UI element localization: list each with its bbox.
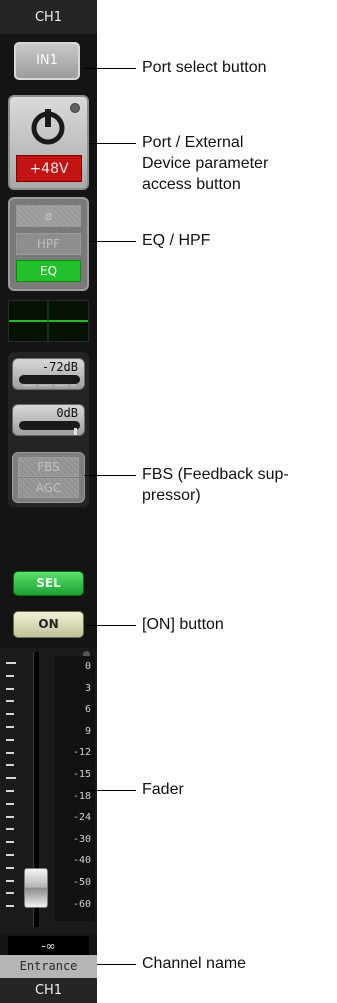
fader-scale-label: -30 (72, 833, 91, 845)
channel-strip: CH1 IN1 +48V ø HPF EQ -72dB 0dB FBS AGC … (0, 0, 97, 1003)
fader-scale-label: -15 (72, 769, 91, 780)
port-external-device-button[interactable]: +48V (8, 95, 89, 190)
callout-line-channel-name (97, 964, 136, 965)
fader-tick-mark (6, 674, 14, 677)
gain-value-2: 0dB (56, 406, 78, 420)
fader-tick-mark (6, 700, 14, 703)
fader-scale-label: 9 (84, 725, 91, 737)
annotation-port-select: Port select button (142, 59, 267, 76)
fader-scale-label: 6 (84, 704, 91, 716)
fbs-label: FBS (18, 457, 79, 477)
fader-tick-mark (6, 866, 14, 869)
port-select-button[interactable]: IN1 (14, 42, 80, 80)
annotation-fader: Fader (142, 781, 184, 798)
fbs-agc-button[interactable]: FBS AGC (12, 452, 85, 503)
fader-tick-mark (6, 841, 14, 844)
gain-panel: -72dB 0dB FBS AGC (8, 352, 89, 507)
fader-tick-mark (6, 713, 14, 716)
fader-scale: 0 3 6 9 -12 -15 -18 -24 -30 -40 -50 -60 (55, 656, 95, 921)
callout-line-fader (86, 790, 136, 791)
fader-scale-label: -60 (72, 898, 91, 910)
annotation-eq-hpf: EQ / HPF (142, 232, 211, 249)
eq-button[interactable]: EQ (16, 260, 81, 282)
fader-tick-mark (6, 726, 14, 728)
hpf-button[interactable]: HPF (16, 233, 81, 255)
fader-tick-mark (6, 751, 14, 754)
fader-tick-mark (6, 892, 14, 895)
eq-graph-display[interactable] (8, 300, 89, 342)
power-icon (31, 109, 65, 145)
fader-tick-mark (6, 879, 14, 882)
fader-scale-label: -40 (72, 855, 91, 867)
channel-number-top: CH1 (0, 0, 97, 34)
callout-line-on-button (86, 625, 136, 626)
annotation-channel-name: Channel name (142, 955, 247, 972)
annotation-on-button: [ON] button (142, 616, 224, 633)
fader-tick-mark (6, 905, 14, 908)
callout-line-port-select (84, 68, 136, 69)
fader-tick-mark (6, 790, 14, 792)
fader-knob[interactable] (24, 868, 48, 908)
phantom-power-indicator: +48V (16, 155, 82, 182)
fader-scale-label: -18 (72, 790, 91, 802)
fader-scale-label: -24 (72, 812, 91, 824)
callout-line-port-external (89, 143, 136, 144)
fader-tick-mark (6, 687, 14, 690)
on-button[interactable]: ON (13, 611, 84, 638)
fader-tick-mark (6, 854, 14, 856)
fader-tick-mark (6, 662, 16, 664)
fader-tick-mark (6, 764, 14, 767)
eq-hpf-panel: ø HPF EQ (8, 197, 89, 291)
channel-name-field[interactable]: Entrance (0, 955, 97, 978)
fader-tick-mark (6, 802, 14, 805)
fader-section: 0 3 6 9 -12 -15 -18 -24 -30 -40 -50 -60 (0, 648, 97, 935)
fader-tick-mark (6, 828, 14, 831)
agc-label: AGC (18, 478, 79, 498)
fader-scale-label: -12 (72, 747, 91, 759)
fader-scale-label: 3 (84, 682, 91, 694)
fader-tick-mark (6, 777, 16, 780)
fader-scale-label: -50 (72, 877, 91, 888)
callout-line-fbs (84, 475, 136, 476)
callout-line-eq-hpf (89, 241, 136, 242)
gain-knob-2[interactable]: 0dB (12, 404, 85, 436)
gain-bar-dash (23, 384, 76, 387)
channel-number-bottom: CH1 (0, 978, 97, 1003)
gain-bar-2 (19, 421, 80, 435)
eq-curve-graphic (9, 301, 88, 341)
gain-value-1: -72dB (41, 360, 78, 374)
fader-scale-label: 0 (84, 661, 91, 672)
sel-button[interactable]: SEL (13, 571, 84, 596)
annotation-fbs: FBS (Feedback sup- pressor) (142, 466, 289, 504)
indicator-led (70, 103, 80, 113)
fader-value-display: -∞ (8, 936, 89, 956)
annotation-port-external: Port / External Device parameter access … (142, 134, 269, 193)
fader-tick-mark (6, 738, 14, 741)
gain-knob-1[interactable]: -72dB (12, 358, 85, 390)
gain-bar-1 (19, 375, 80, 387)
fader-tick-mark (6, 815, 14, 818)
gain-bar-marker (74, 428, 77, 435)
phase-button[interactable]: ø (16, 205, 81, 227)
